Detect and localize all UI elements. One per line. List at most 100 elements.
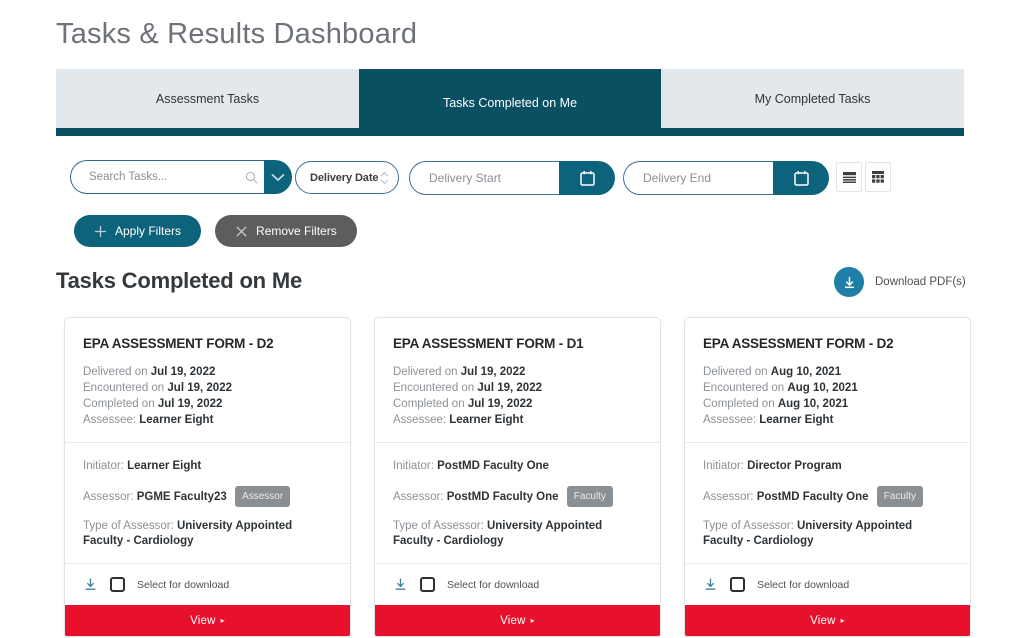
tab-tasks-completed-on-me[interactable]: Tasks Completed on Me xyxy=(359,69,661,136)
task-card-header: EPA ASSESSMENT FORM - D2 Delivered on Au… xyxy=(685,318,970,443)
search-input-wrapper xyxy=(70,160,264,194)
assessor-row: Assessor: PGME Faculty23 Assessor xyxy=(83,486,332,507)
initiator-value: PostMD Faculty One xyxy=(437,460,549,472)
encountered-on-value: Jul 19, 2022 xyxy=(167,382,232,394)
assessor-row: Assessor: PostMD Faculty One Faculty xyxy=(703,486,952,507)
encountered-on-label: Encountered on xyxy=(393,382,475,394)
search-input[interactable] xyxy=(87,170,245,184)
assessor-row: Assessor: PostMD Faculty One Faculty xyxy=(393,486,642,507)
grid-view-icon xyxy=(872,171,884,183)
task-card-body: Initiator: PostMD Faculty One Assessor: … xyxy=(375,443,660,564)
up-down-arrows-icon xyxy=(380,171,389,184)
completed-on-line: Completed on Aug 10, 2021 xyxy=(703,396,952,412)
filter-toolbar: Delivery Date xyxy=(56,158,964,198)
tab-label: My Completed Tasks xyxy=(754,91,871,106)
delivery-end-calendar-button[interactable] xyxy=(773,161,829,195)
delivery-start-control xyxy=(409,161,615,195)
assessee-label: Assessee: xyxy=(393,414,447,426)
grid-view-button[interactable] xyxy=(865,162,891,192)
view-button-label: View xyxy=(810,614,836,627)
tab-my-completed-tasks[interactable]: My Completed Tasks xyxy=(661,69,964,128)
task-card-header: EPA ASSESSMENT FORM - D2 Delivered on Ju… xyxy=(65,318,350,443)
tab-assessment-tasks[interactable]: Assessment Tasks xyxy=(56,69,359,128)
sort-field-select[interactable]: Delivery Date xyxy=(295,161,399,194)
delivered-on-label: Delivered on xyxy=(393,366,458,378)
delivery-end-input[interactable] xyxy=(641,170,773,186)
remove-filters-button[interactable]: Remove Filters xyxy=(215,215,357,247)
calendar-icon xyxy=(793,171,809,186)
task-card: EPA ASSESSMENT FORM - D2 Delivered on Au… xyxy=(684,317,971,637)
apply-filters-button[interactable]: Apply Filters xyxy=(74,215,202,247)
task-card-header: EPA ASSESSMENT FORM - D1 Delivered on Ju… xyxy=(375,318,660,443)
completed-on-label: Completed on xyxy=(393,398,465,410)
list-view-icon xyxy=(842,171,856,183)
download-icon[interactable] xyxy=(393,577,408,592)
delivered-on-line: Delivered on Jul 19, 2022 xyxy=(83,364,332,380)
view-button-label: View xyxy=(190,614,216,627)
assessor-label: Assessor: xyxy=(703,491,754,503)
type-of-assessor-row: Type of Assessor: University Appointed F… xyxy=(703,519,952,549)
task-card-footer: Select for download xyxy=(65,564,350,605)
assessee-line: Assessee: Learner Eight xyxy=(393,412,642,428)
delivery-end-control xyxy=(623,161,829,195)
task-card: EPA ASSESSMENT FORM - D1 Delivered on Ju… xyxy=(374,317,661,637)
caret-right-icon: ▸ xyxy=(530,616,535,625)
encountered-on-label: Encountered on xyxy=(703,382,785,394)
assessor-role-badge: Faculty xyxy=(876,486,923,507)
search-dropdown-button[interactable] xyxy=(264,160,292,194)
completed-on-line: Completed on Jul 19, 2022 xyxy=(393,396,642,412)
view-button[interactable]: View ▸ xyxy=(65,605,350,636)
delivered-on-label: Delivered on xyxy=(703,366,768,378)
select-for-download-checkbox[interactable] xyxy=(110,577,125,592)
initiator-row: Initiator: Director Program xyxy=(703,459,952,474)
encountered-on-line: Encountered on Aug 10, 2021 xyxy=(703,380,952,396)
assessee-line: Assessee: Learner Eight xyxy=(83,412,332,428)
encountered-on-value: Jul 19, 2022 xyxy=(477,382,542,394)
tab-label: Tasks Completed on Me xyxy=(442,95,578,110)
delivered-on-label: Delivered on xyxy=(83,366,148,378)
initiator-value: Learner Eight xyxy=(127,460,202,472)
task-card-body: Initiator: Director Program Assessor: Po… xyxy=(685,443,970,564)
download-pdfs-button[interactable]: Download PDF(s) xyxy=(834,267,966,297)
assessor-value: PostMD Faculty One xyxy=(446,491,559,503)
task-card-title: EPA ASSESSMENT FORM - D2 xyxy=(83,336,274,351)
sort-field-value: Delivery Date xyxy=(310,171,379,184)
assessor-value: PostMD Faculty One xyxy=(756,491,869,503)
assessor-label: Assessor: xyxy=(83,491,134,503)
remove-filters-label: Remove Filters xyxy=(256,224,337,238)
select-for-download-checkbox[interactable] xyxy=(420,577,435,592)
delivered-on-value: Jul 19, 2022 xyxy=(460,366,526,378)
section-title: Tasks Completed on Me xyxy=(56,268,302,293)
assessor-value: PGME Faculty23 xyxy=(136,491,227,503)
completed-on-value: Aug 10, 2021 xyxy=(777,398,849,410)
view-button[interactable]: View ▸ xyxy=(375,605,660,636)
delivered-on-value: Jul 19, 2022 xyxy=(150,366,216,378)
plus-icon xyxy=(94,225,107,237)
download-circle-icon xyxy=(834,267,864,297)
search-control xyxy=(70,160,292,194)
view-button[interactable]: View ▸ xyxy=(685,605,970,636)
delivery-start-input[interactable] xyxy=(427,170,559,186)
view-mode-toggle xyxy=(836,162,891,192)
assessee-value: Learner Eight xyxy=(449,414,524,426)
assessee-value: Learner Eight xyxy=(759,414,834,426)
tab-label: Assessment Tasks xyxy=(155,91,260,106)
tab-bar: Assessment Tasks Tasks Completed on Me M… xyxy=(56,69,964,136)
initiator-row: Initiator: PostMD Faculty One xyxy=(393,459,642,474)
list-view-button[interactable] xyxy=(836,162,862,192)
download-icon[interactable] xyxy=(83,577,98,592)
completed-on-label: Completed on xyxy=(83,398,155,410)
dashboard-page: Tasks & Results Dashboard Assessment Tas… xyxy=(0,0,1024,638)
encountered-on-label: Encountered on xyxy=(83,382,165,394)
assessee-value: Learner Eight xyxy=(139,414,214,426)
select-for-download-checkbox[interactable] xyxy=(730,577,745,592)
apply-filters-label: Apply Filters xyxy=(115,224,182,238)
encountered-on-value: Aug 10, 2021 xyxy=(787,382,858,394)
initiator-value: Director Program xyxy=(747,460,842,472)
type-of-assessor-row: Type of Assessor: University Appointed F… xyxy=(83,519,332,549)
task-card: EPA ASSESSMENT FORM - D2 Delivered on Ju… xyxy=(64,317,351,637)
completed-on-value: Jul 19, 2022 xyxy=(157,398,223,410)
download-icon[interactable] xyxy=(703,577,718,592)
delivery-start-calendar-button[interactable] xyxy=(559,161,615,195)
type-of-assessor-label: Type of Assessor: xyxy=(83,520,174,532)
